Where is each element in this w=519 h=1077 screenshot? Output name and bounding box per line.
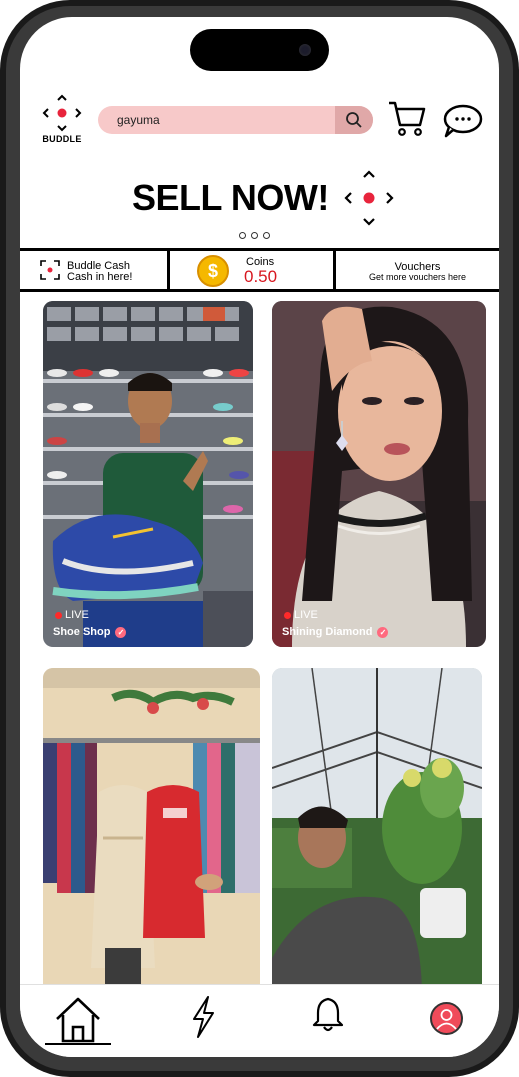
- search-icon: [346, 112, 362, 128]
- carousel-indicator[interactable]: [239, 232, 281, 242]
- home-icon[interactable]: [53, 995, 103, 1045]
- coins-value: 0.50: [244, 267, 278, 286]
- search-input[interactable]: gayuma: [117, 113, 160, 127]
- logo-text: BUDDLE: [42, 134, 82, 144]
- live-badge: LIVE: [55, 609, 89, 621]
- logo-arrows-icon: [42, 94, 82, 132]
- shop-name[interactable]: Shining Diamond ✓: [282, 626, 389, 638]
- live-dot-icon: [284, 611, 291, 619]
- coins-tile[interactable]: $ Coins 0.50: [170, 251, 336, 289]
- live-thumbnail-image: [272, 301, 486, 647]
- chat-bubble-icon[interactable]: [440, 103, 484, 139]
- dynamic-island: [190, 29, 329, 71]
- shop-name[interactable]: Shoe Shop ✓: [53, 626, 127, 638]
- bolt-icon[interactable]: [188, 995, 218, 1039]
- camera-icon: [299, 44, 311, 56]
- live-label: LIVE: [65, 609, 89, 621]
- buddle-cash-tile[interactable]: Buddle Cash Cash in here!: [20, 251, 170, 289]
- cart-icon[interactable]: [387, 99, 427, 137]
- carousel-dot[interactable]: [263, 232, 270, 239]
- search-button[interactable]: [335, 106, 373, 134]
- vouchers-subtitle: Get more vouchers here: [368, 272, 467, 282]
- profile-icon[interactable]: [430, 1002, 463, 1035]
- app-screen: BUDDLE gayuma SELL NOW! Buddle Cash Cash…: [20, 17, 499, 1057]
- live-card[interactable]: [272, 668, 482, 998]
- live-card[interactable]: [43, 668, 260, 998]
- carousel-dot[interactable]: [239, 232, 246, 239]
- live-badge: LIVE: [284, 609, 318, 621]
- sell-now-logo-icon: [344, 170, 394, 226]
- live-label: LIVE: [294, 609, 318, 621]
- bell-icon[interactable]: [312, 995, 344, 1033]
- verified-icon: ✓: [377, 626, 389, 638]
- search-bar[interactable]: gayuma: [98, 106, 373, 134]
- coin-icon: $: [197, 255, 229, 287]
- live-thumbnail-image: [43, 668, 260, 998]
- live-thumbnail-image: [43, 301, 253, 647]
- live-feed: LIVE Shoe Shop ✓ LIVE Shining Diamond ✓: [20, 292, 499, 998]
- shop-name-text: Shoe Shop: [53, 626, 111, 638]
- buddle-cash-subtitle: Cash in here!: [67, 271, 133, 283]
- wallet-bar: Buddle Cash Cash in here! $ Coins 0.50 V…: [20, 248, 499, 292]
- live-dot-icon: [55, 611, 62, 619]
- sell-now-banner[interactable]: SELL NOW!: [132, 177, 329, 219]
- shop-name-text: Shining Diamond: [282, 626, 373, 638]
- bottom-nav: [20, 984, 499, 1057]
- vouchers-tile[interactable]: Vouchers Get more vouchers here: [336, 251, 499, 289]
- carousel-dot[interactable]: [251, 232, 258, 239]
- buddle-logo[interactable]: BUDDLE: [40, 94, 84, 146]
- scan-icon: [40, 260, 60, 280]
- verified-icon: ✓: [115, 626, 127, 638]
- active-tab-indicator: [45, 1043, 111, 1045]
- live-thumbnail-image: [272, 668, 482, 998]
- live-card[interactable]: LIVE Shoe Shop ✓: [43, 301, 253, 647]
- live-card[interactable]: LIVE Shining Diamond ✓: [272, 301, 486, 647]
- avatar-icon: [436, 1009, 457, 1030]
